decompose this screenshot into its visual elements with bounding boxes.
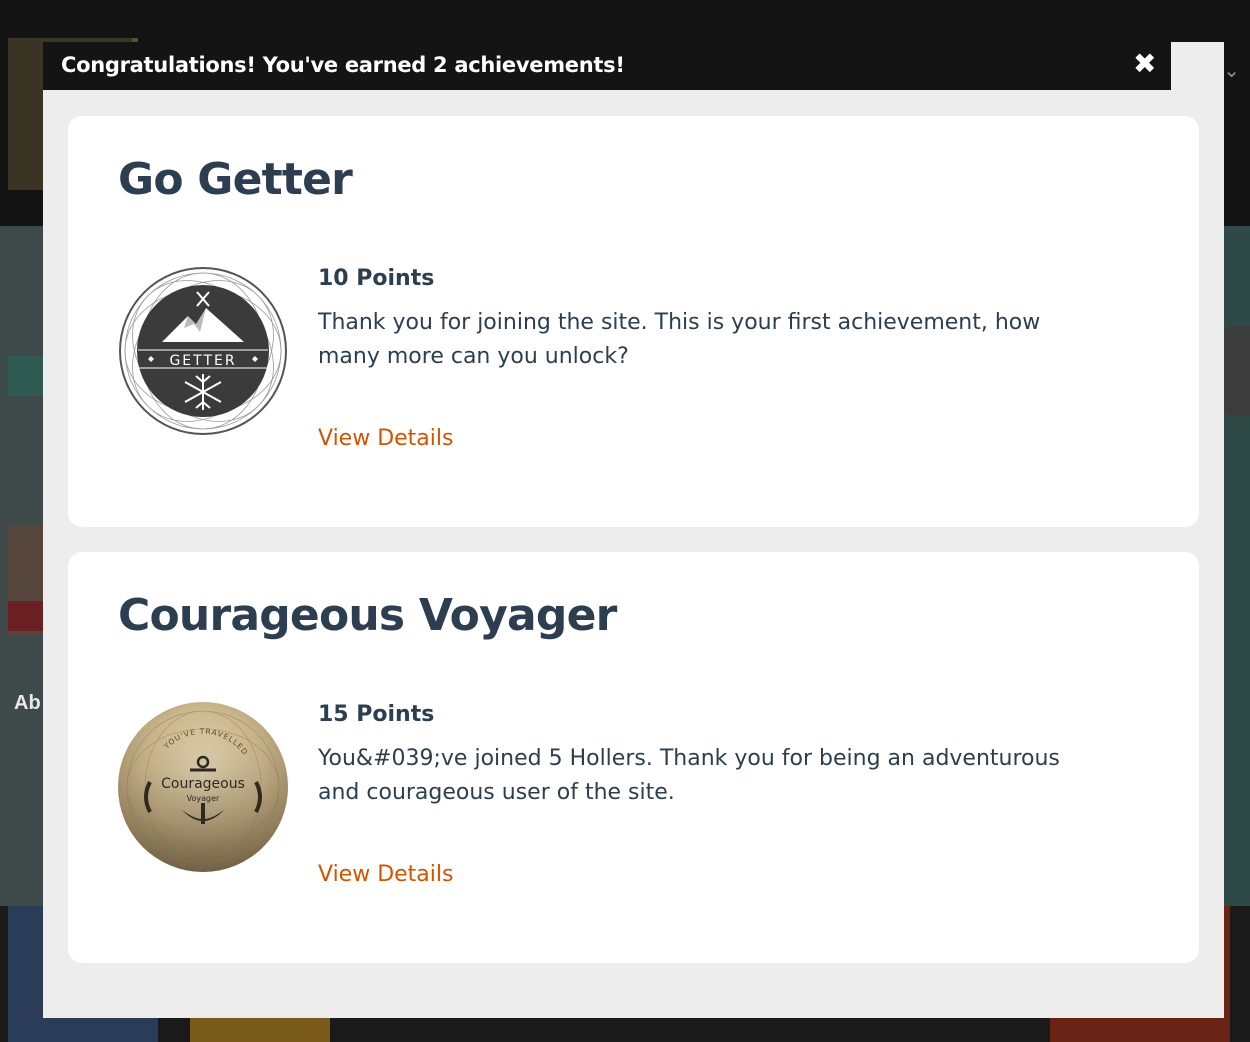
achievement-card: Go Getter GETTER 10 Points Thank you for… bbox=[68, 116, 1199, 527]
achievement-points: 10 Points bbox=[318, 266, 435, 291]
anchor-coin-badge-icon: YOU'VE TRAVELLED Courageous Voyager bbox=[118, 702, 288, 872]
achievement-description: You&#039;ve joined 5 Hollers. Thank you … bbox=[318, 746, 1060, 805]
achievement-card: Courageous Voyager YOU'VE TRAVELLED Cour… bbox=[68, 552, 1199, 963]
svg-text:Voyager: Voyager bbox=[187, 794, 220, 803]
svg-text:Courageous: Courageous bbox=[161, 776, 245, 792]
modal-title: Congratulations! You've earned 2 achieve… bbox=[61, 53, 625, 77]
achievement-title: Courageous Voyager bbox=[118, 590, 617, 641]
achievement-points: 15 Points bbox=[318, 702, 435, 727]
background-left-strip: Ab bbox=[0, 226, 44, 906]
mountain-snowflake-badge-icon: GETTER bbox=[118, 266, 288, 436]
view-details-link[interactable]: View Details bbox=[318, 426, 453, 451]
achievement-description: Thank you for joining the site. This is … bbox=[318, 310, 1041, 369]
view-details-link[interactable]: View Details bbox=[318, 862, 453, 887]
modal-header: Congratulations! You've earned 2 achieve… bbox=[43, 42, 1171, 90]
background-side-text: Ab bbox=[14, 692, 41, 714]
svg-text:GETTER: GETTER bbox=[169, 353, 236, 369]
close-icon[interactable]: ✖ bbox=[1133, 50, 1156, 78]
background-right-strip bbox=[1224, 226, 1250, 906]
achievements-modal: Congratulations! You've earned 2 achieve… bbox=[43, 42, 1224, 1018]
achievement-title: Go Getter bbox=[118, 154, 353, 205]
